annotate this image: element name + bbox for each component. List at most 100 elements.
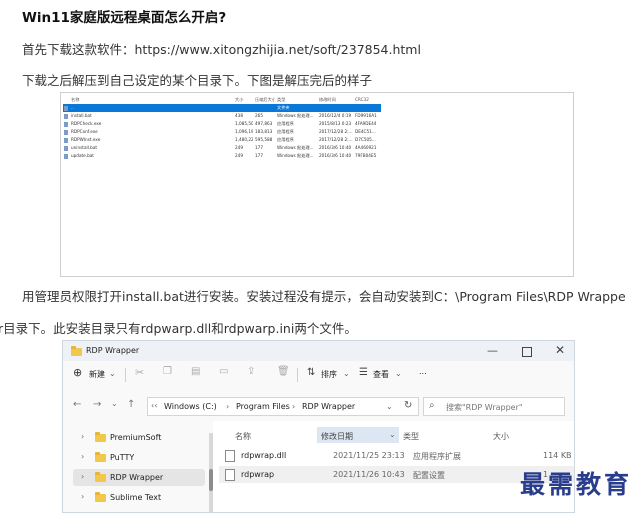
archive-cell-name: RDPWInst.exe: [71, 137, 101, 142]
column-name[interactable]: 名称: [235, 431, 251, 442]
archive-row[interactable]: update.bat 249 177 Windows 批处理... 2016/3/6 1…: [63, 152, 381, 160]
sidebar-item-label: PremiumSoft: [110, 433, 162, 442]
delete-icon[interactable]: 🗑: [277, 366, 290, 377]
folder-icon: [95, 472, 106, 482]
archive-column-label[interactable]: 名称: [71, 96, 181, 104]
archive-column-label[interactable]: 修改时间: [319, 96, 353, 104]
file-row[interactable]: rdpwrap.dll 2021/11/25 23:13 应用程序扩展 114 KB: [219, 447, 574, 464]
minimize-icon[interactable]: —: [487, 344, 498, 357]
sidebar-item-label: Sublime Text: [110, 493, 162, 502]
expand-chevron-icon[interactable]: ›: [81, 452, 84, 461]
file-icon: [64, 129, 68, 135]
article-heading: Win11家庭版远程桌面怎么开启?: [22, 10, 227, 26]
archive-screenshot: 名称 大小 压缩后大小 类型 修改时间 CRC32.. 文件夹 install.bat 438 2…: [60, 92, 574, 277]
archive-cell-modified: 2016/3/6 10:40: [319, 153, 352, 158]
archive-cell-name: update.bat: [71, 153, 94, 158]
column-date-label: 修改日期: [321, 432, 353, 441]
column-size[interactable]: 大小: [493, 431, 509, 442]
cut-icon[interactable]: ✂: [135, 366, 144, 379]
archive-column-label[interactable]: CRC32: [355, 96, 381, 104]
new-button[interactable]: ⊕ 新建 ⌄: [73, 366, 117, 382]
address-row: ← → ⌄ ↑ ‹‹ Windows (C:) › Program Files …: [63, 389, 574, 421]
archive-cell-crc: 4FA9DE44: [355, 121, 377, 126]
sidebar-item-label: PuTTY: [110, 453, 135, 462]
up-icon[interactable]: ↑: [127, 399, 135, 410]
settings-file-icon: [225, 469, 235, 481]
sort-label: 排序: [321, 370, 337, 379]
archive-cell-packed: 177: [255, 145, 263, 150]
archive-cell-modified: 2017/12/28 2:...: [319, 137, 353, 142]
recent-chevron-icon[interactable]: ⌄: [111, 399, 118, 408]
view-button[interactable]: ☰ 查看 ⌄: [359, 367, 409, 382]
site-watermark: 最需教育: [520, 470, 633, 499]
archive-cell-modified: 2016/3/6 10:40: [319, 145, 352, 150]
archive-row[interactable]: uninstall.bat 249 177 Windows 批处理... 2016/3/…: [63, 144, 381, 152]
folder-icon: [71, 346, 82, 356]
folder-icon: [95, 492, 106, 502]
file-icon: [64, 153, 68, 159]
archive-cell-crc: D7C505...: [355, 137, 376, 142]
breadcrumb-drive[interactable]: Windows (C:): [164, 402, 217, 411]
file-icon: [64, 145, 68, 151]
breadcrumb-program-files[interactable]: Program Files: [236, 402, 290, 411]
back-icon[interactable]: ←: [73, 399, 81, 410]
sort-icon: ⇅: [307, 367, 316, 378]
breadcrumb-separator-icon: ›: [226, 402, 230, 411]
archive-row[interactable]: install.bat 438 265 Windows 批处理... 2016/12/4…: [63, 112, 381, 120]
folder-icon: [95, 432, 106, 442]
archive-column-label[interactable]: 大小: [235, 96, 253, 104]
address-bar[interactable]: ‹‹ Windows (C:) › Program Files › RDP Wr…: [147, 397, 419, 416]
archive-cell-name: ..: [71, 105, 74, 110]
sidebar-item[interactable]: › Sublime Text: [73, 489, 205, 506]
download-paragraph[interactable]: 首先下载这款软件：https://www.xitongzhijia.net/so…: [22, 39, 421, 58]
column-header: 名称 修改日期 ⌄ 类型 大小: [213, 427, 574, 443]
search-icon: ⌕: [429, 400, 435, 411]
archive-cell-crc: 79FB04E5: [355, 153, 377, 158]
close-icon[interactable]: ✕: [555, 343, 565, 357]
expand-chevron-icon[interactable]: ›: [81, 432, 84, 441]
dll-file-icon: [225, 450, 235, 462]
expand-chevron-icon[interactable]: ›: [81, 472, 84, 481]
forward-icon[interactable]: →: [93, 399, 101, 410]
sidebar-item[interactable]: › PuTTY: [73, 449, 205, 466]
archive-cell-size: 1,480,224: [235, 137, 253, 142]
chevron-down-icon: ⌄: [395, 369, 402, 378]
archive-cell-name: RDPCheck.exe: [71, 121, 102, 126]
archive-column-label[interactable]: 压缩后大小: [255, 96, 275, 104]
breadcrumb-rdp-wrapper[interactable]: RDP Wrapper: [302, 402, 355, 411]
address-dropdown-icon[interactable]: ⌄: [386, 402, 393, 411]
file-icon: [64, 121, 68, 127]
sort-chevron-icon: ⌄: [389, 430, 396, 439]
column-type[interactable]: 类型: [403, 431, 419, 442]
archive-cell-packed: 595,588: [255, 137, 273, 142]
share-icon[interactable]: ⇪: [247, 366, 255, 377]
archive-cell-crc: DE4C51...: [355, 129, 376, 134]
paste-icon[interactable]: ▤: [191, 366, 200, 377]
maximize-icon[interactable]: [522, 347, 532, 357]
rename-icon[interactable]: ▭: [219, 366, 228, 377]
search-box[interactable]: ⌕ 搜索"RDP Wrapper": [423, 397, 565, 416]
copy-icon[interactable]: ❐: [163, 366, 172, 377]
expand-chevron-icon[interactable]: ›: [81, 492, 84, 501]
more-button[interactable]: ...: [419, 367, 427, 376]
archive-row[interactable]: RDPCheck.exe 1,085,504497,863 应用程序 2015/8/1…: [63, 120, 381, 128]
refresh-icon[interactable]: ↻: [404, 400, 412, 411]
sort-button[interactable]: ⇅ 排序 ⌄: [307, 367, 353, 382]
sidebar-item[interactable]: › RDP Wrapper: [73, 469, 205, 486]
archive-cell-size: 249: [235, 145, 243, 150]
archive-row[interactable]: .. 文件夹: [63, 104, 381, 112]
column-date[interactable]: 修改日期 ⌄: [317, 427, 399, 443]
archive-cell-name: install.bat: [71, 113, 92, 118]
archive-cell-type: 应用程序: [277, 137, 294, 142]
file-size: 114 KB: [543, 451, 572, 460]
archive-cell-packed: 177: [255, 153, 263, 158]
archive-cell-size: 438: [235, 113, 243, 118]
archive-column-header: 名称 大小 压缩后大小 类型 修改时间 CRC32: [63, 96, 381, 104]
archive-cell-modified: 2016/12/4 0:19: [319, 113, 352, 118]
file-icon: [64, 137, 68, 143]
archive-row[interactable]: RDPWInst.exe 1,480,224595,588 应用程序 2017/12/…: [63, 136, 381, 144]
archive-row[interactable]: RDPConf.exe 1,096,192183,813 应用程序 2017/12/2…: [63, 128, 381, 136]
archive-column-label[interactable]: 类型: [277, 96, 317, 104]
sidebar-item[interactable]: › PremiumSoft: [73, 429, 205, 446]
new-label: 新建: [89, 370, 105, 379]
